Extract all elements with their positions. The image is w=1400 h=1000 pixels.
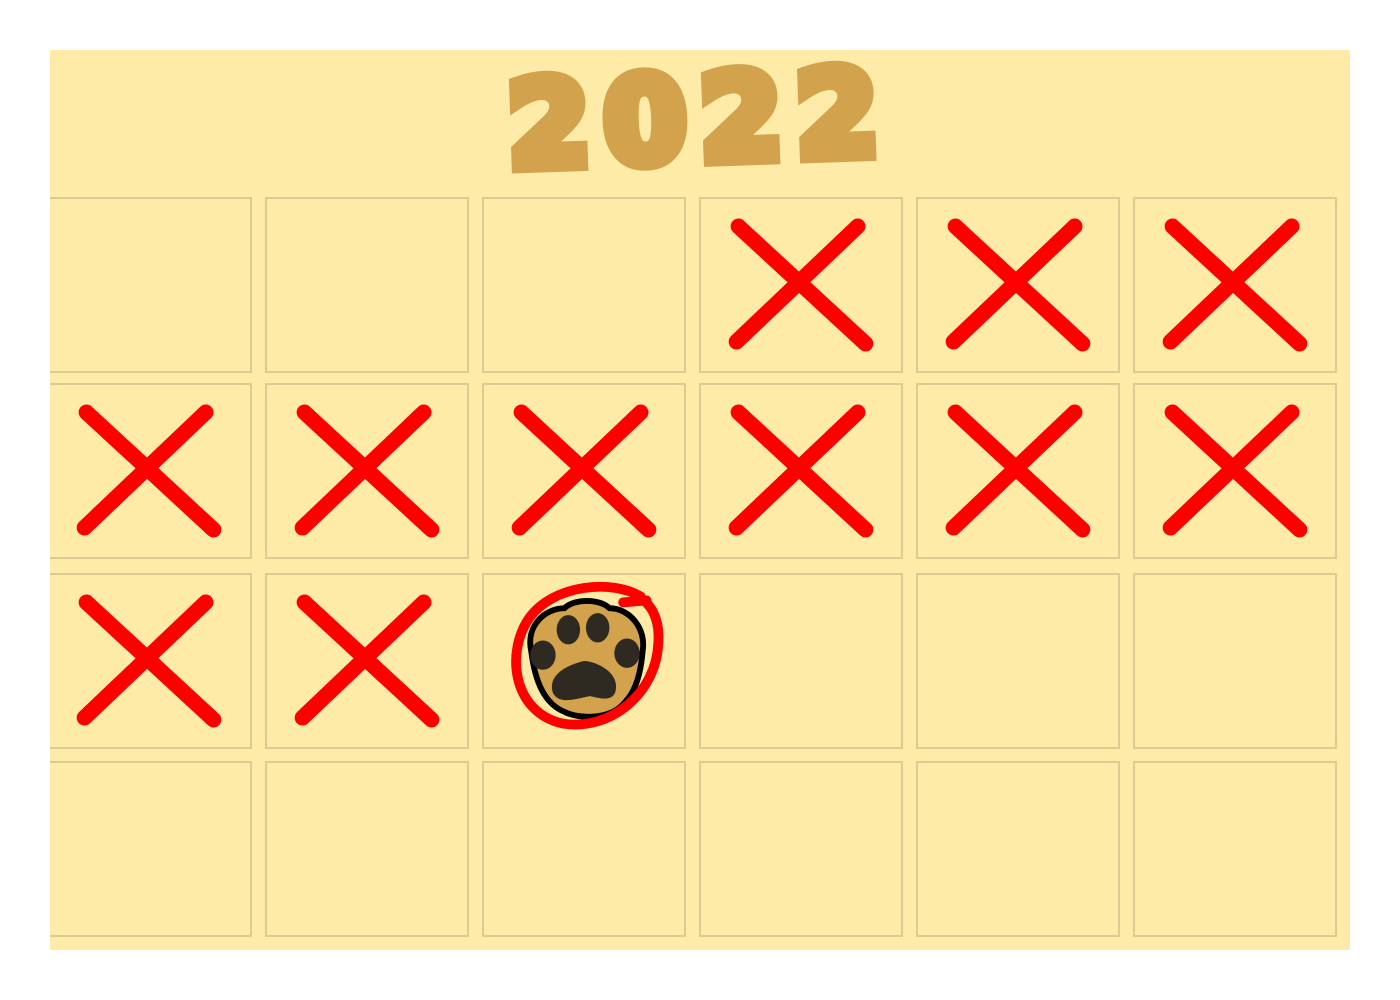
day-cell-x[interactable]: [699, 197, 903, 373]
day-cell-x[interactable]: [699, 383, 903, 559]
year-title: 2022: [498, 50, 901, 202]
cross-mark-icon: [945, 218, 1091, 352]
day-cell-x[interactable]: [916, 197, 1120, 373]
cross-mark-icon: [1162, 218, 1308, 352]
day-cell-empty[interactable]: [265, 197, 469, 373]
calendar-panel: 2022: [50, 50, 1350, 950]
day-cell-empty[interactable]: [1133, 761, 1337, 937]
day-cell-paw-circled[interactable]: [482, 573, 686, 749]
day-cell-empty[interactable]: [699, 761, 903, 937]
cross-mark-icon: [511, 404, 657, 538]
cross-mark-icon: [728, 218, 874, 352]
day-cell-x[interactable]: [50, 573, 252, 749]
day-cell-x[interactable]: [1133, 383, 1337, 559]
day-cell-empty[interactable]: [916, 573, 1120, 749]
cross-mark-icon: [1162, 404, 1308, 538]
day-cell-x[interactable]: [265, 383, 469, 559]
day-cell-empty[interactable]: [482, 761, 686, 937]
cross-mark-icon: [76, 404, 222, 538]
day-cell-empty[interactable]: [50, 761, 252, 937]
day-cell-empty[interactable]: [1133, 573, 1337, 749]
cross-mark-icon: [294, 404, 440, 538]
day-cell-x[interactable]: [1133, 197, 1337, 373]
day-cell-empty[interactable]: [265, 761, 469, 937]
day-cell-empty[interactable]: [916, 761, 1120, 937]
paw-print-icon: [511, 581, 664, 730]
day-cell-x[interactable]: [50, 383, 252, 559]
day-cell-empty[interactable]: [699, 573, 903, 749]
day-cell-empty[interactable]: [482, 197, 686, 373]
day-cell-x[interactable]: [265, 573, 469, 749]
day-cell-x[interactable]: [482, 383, 686, 559]
cross-mark-icon: [294, 594, 440, 728]
cross-mark-icon: [76, 594, 222, 728]
cross-mark-icon: [728, 404, 874, 538]
cross-mark-icon: [945, 404, 1091, 538]
day-cell-empty[interactable]: [50, 197, 252, 373]
day-cell-x[interactable]: [916, 383, 1120, 559]
